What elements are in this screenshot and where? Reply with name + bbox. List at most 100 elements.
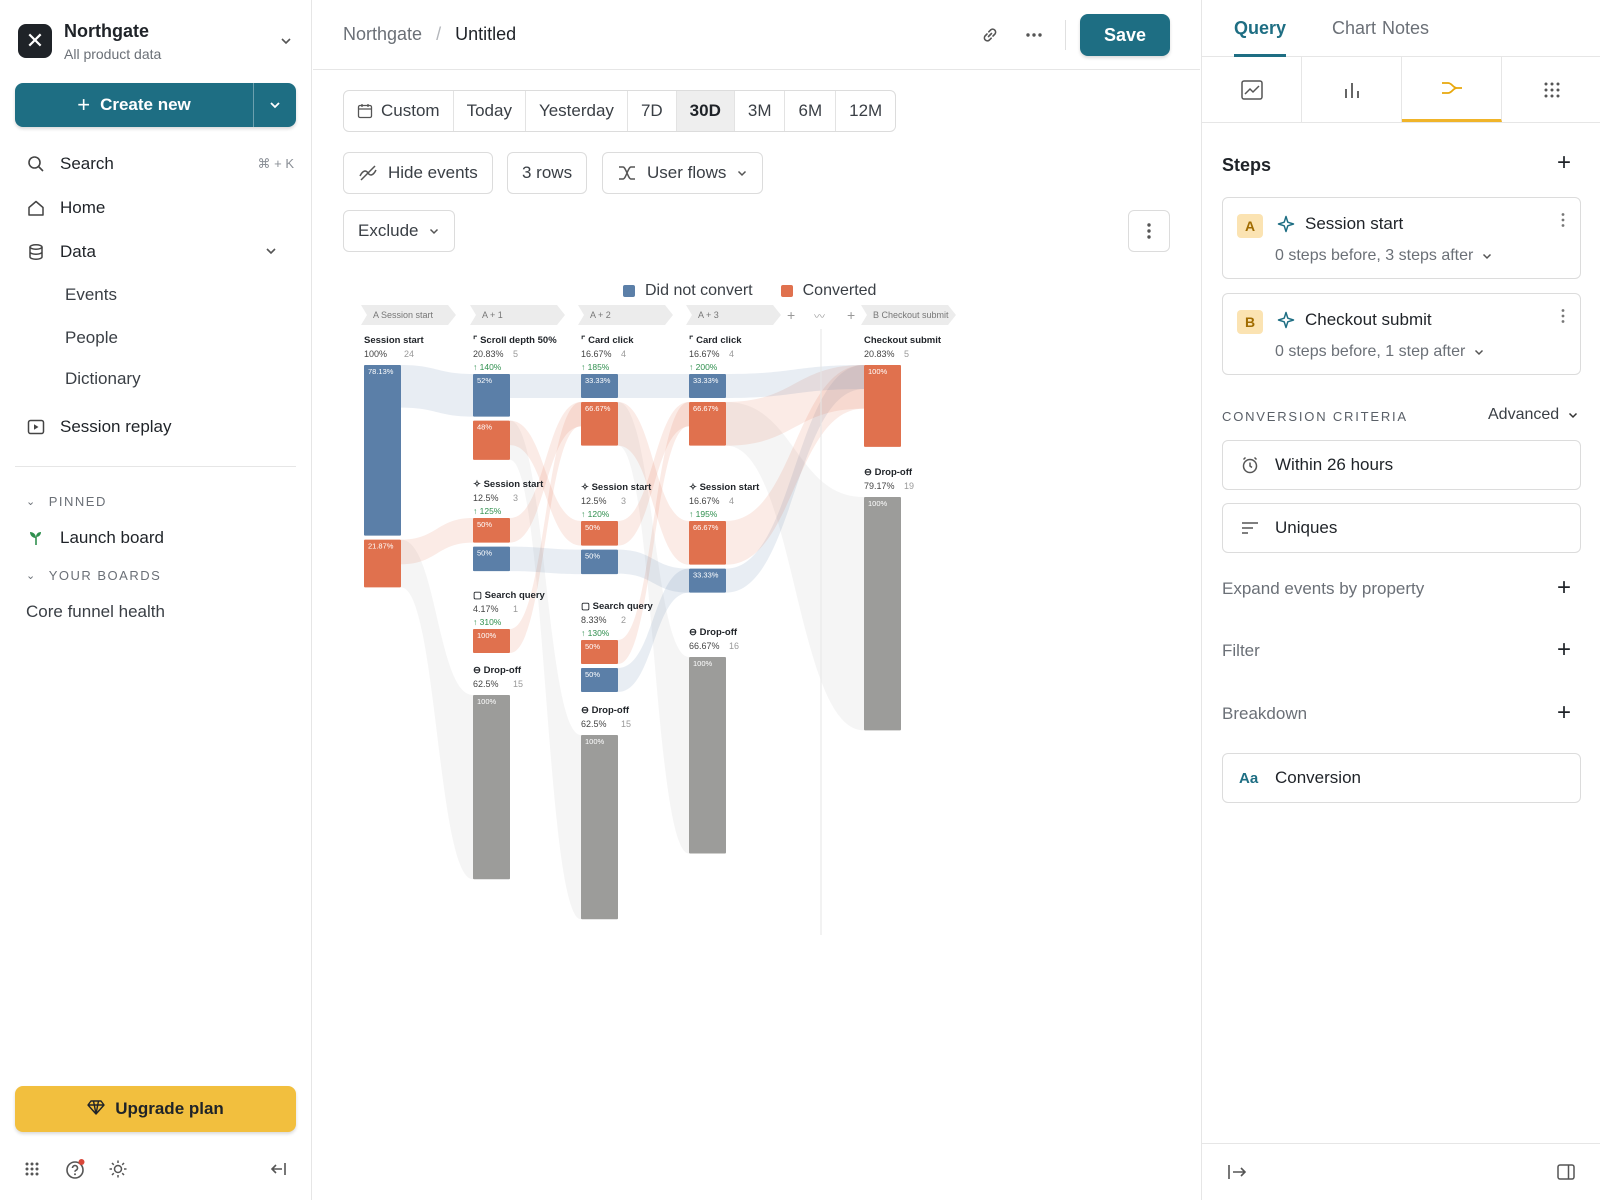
chevron-down-icon: ⌄	[26, 570, 37, 582]
date-option-custom[interactable]: Custom	[344, 91, 454, 131]
sidebar-toggle-icon[interactable]	[1556, 1162, 1576, 1187]
viz-line-button[interactable]	[1202, 57, 1302, 122]
add-column-icon: +	[847, 307, 855, 323]
chevron-down-icon	[270, 102, 280, 109]
node-count: 2	[621, 615, 626, 625]
kebab-icon[interactable]	[1560, 212, 1566, 228]
sidebar-item-search[interactable]: Search ⌘ + K	[26, 146, 294, 182]
node-change: ↑ 125%	[473, 506, 502, 516]
legend-item[interactable]: Converted	[780, 282, 876, 300]
sidebar-item-session-replay[interactable]: Session replay	[26, 409, 294, 445]
exclude-dropdown[interactable]: Exclude	[343, 210, 456, 252]
topbar: Northgate / Untitled Save	[313, 0, 1200, 70]
step-window-dropdown[interactable]: 0 steps before, 3 steps after	[1275, 247, 1493, 265]
hide-events-button[interactable]: Hide events	[343, 152, 493, 194]
conversion-field-label: Conversion	[1275, 768, 1361, 787]
sidebar-divider	[15, 466, 296, 467]
breadcrumb-root[interactable]: Northgate	[343, 24, 422, 45]
step-card-a[interactable]: A Session start 0 steps before, 3 steps …	[1222, 197, 1581, 279]
expand-events-label[interactable]: Expand events by property	[1222, 579, 1424, 599]
kebab-icon[interactable]	[1560, 308, 1566, 324]
calendar-icon	[357, 103, 373, 119]
node-segment-label: 100%	[477, 631, 497, 640]
node-count: 4	[729, 349, 734, 359]
user-flows-label: User flows	[647, 163, 727, 182]
date-option-3m[interactable]: 3M	[735, 91, 786, 131]
add-expand-property-button[interactable]: +	[1554, 574, 1574, 601]
node-segment-label: 100%	[693, 659, 713, 668]
hide-events-label: Hide events	[388, 163, 478, 182]
rows-button[interactable]: 3 rows	[507, 152, 588, 194]
add-filter-button[interactable]: +	[1554, 636, 1574, 663]
upgrade-plan-button[interactable]: Upgrade plan	[15, 1086, 296, 1132]
breadcrumb: Northgate / Untitled	[343, 24, 516, 45]
search-icon	[26, 154, 46, 174]
collapse-sidebar-icon[interactable]	[267, 1157, 291, 1181]
filter-label[interactable]: Filter	[1222, 641, 1260, 661]
step-window-label: 0 steps before, 1 step after	[1275, 343, 1466, 360]
sidebar-item-dictionary[interactable]: Dictionary	[65, 364, 141, 394]
node-label: ▢ Search query	[581, 601, 654, 612]
list-icon	[1239, 521, 1261, 535]
bar-chart-icon	[1344, 82, 1359, 98]
save-button[interactable]: Save	[1080, 14, 1170, 56]
sidebar-item-people[interactable]: People	[65, 323, 118, 353]
kebab-icon	[1147, 223, 1151, 239]
node-change: ↑ 200%	[689, 362, 718, 372]
criteria-mode-dropdown[interactable]: Advanced	[1488, 406, 1579, 424]
node-segment-label: 50%	[585, 670, 600, 679]
sidebar-item-home[interactable]: Home	[26, 190, 294, 226]
date-option-30d[interactable]: 30D	[676, 91, 735, 131]
create-new-button[interactable]: + Create new	[15, 83, 254, 127]
expand-panel-icon[interactable]	[1226, 1162, 1248, 1187]
create-new-label: Create new	[100, 95, 191, 114]
viz-flow-button[interactable]	[1402, 57, 1502, 122]
create-new-dropdown[interactable]	[254, 83, 296, 127]
flow-band	[401, 539, 473, 880]
user-flows-dropdown[interactable]: User flows	[602, 152, 764, 194]
viz-grid-button[interactable]	[1502, 57, 1600, 122]
legend-item[interactable]: Did not convert	[623, 282, 753, 300]
node-segment-label: 66.67%	[693, 404, 719, 413]
node-segment-label: 33.33%	[585, 376, 611, 385]
step-card-b[interactable]: B Checkout submit 0 steps before, 1 step…	[1222, 293, 1581, 375]
breakdown-label[interactable]: Breakdown	[1222, 704, 1307, 724]
date-option-6m[interactable]: 6M	[785, 91, 837, 131]
conversion-field[interactable]: Aa Conversion	[1222, 753, 1581, 803]
workspace-switcher[interactable]: ✕ Northgate All product data	[18, 18, 296, 64]
date-option-label: Custom	[381, 101, 440, 120]
step-window-label: 0 steps before, 3 steps after	[1275, 247, 1474, 264]
node-segment-label: 100%	[477, 697, 497, 706]
chart-options-button[interactable]	[1128, 210, 1170, 252]
date-option-yesterday[interactable]: Yesterday	[526, 91, 628, 131]
more-icon[interactable]	[1021, 22, 1047, 48]
boards-section-header[interactable]: ⌄ YOUR BOARDS	[26, 568, 161, 583]
theme-sun-icon[interactable]	[106, 1157, 130, 1181]
conversion-window-field[interactable]: Within 26 hours	[1222, 440, 1581, 490]
sidebar-item-core-funnel-health[interactable]: Core funnel health	[26, 597, 165, 627]
counting-method-field[interactable]: Uniques	[1222, 503, 1581, 553]
tab-notes[interactable]: Notes	[1382, 18, 1429, 57]
add-step-button[interactable]: +	[1554, 149, 1574, 176]
page-title[interactable]: Untitled	[455, 24, 516, 45]
viz-bar-button[interactable]	[1302, 57, 1402, 122]
sidebar-item-events[interactable]: Events	[65, 280, 117, 310]
sidebar-item-data[interactable]: Data	[26, 234, 294, 270]
step-window-dropdown[interactable]: 0 steps before, 1 step after	[1275, 343, 1485, 361]
tab-query[interactable]: Query	[1234, 18, 1287, 57]
step-badge: B	[1237, 310, 1263, 334]
date-option-today[interactable]: Today	[454, 91, 526, 131]
legend-label: Did not convert	[645, 282, 753, 299]
link-icon[interactable]	[977, 22, 1003, 48]
node-percent: 12.5%	[473, 493, 499, 503]
add-breakdown-button[interactable]: +	[1554, 699, 1574, 726]
help-icon[interactable]	[63, 1157, 87, 1181]
search-shortcut: ⌘ + K	[257, 156, 295, 171]
apps-grid-icon[interactable]	[20, 1157, 44, 1181]
sidebar-item-launch-board[interactable]: Launch board	[26, 520, 294, 556]
chevron-down-icon	[428, 225, 440, 237]
date-option-12m[interactable]: 12M	[836, 91, 895, 131]
tab-chart[interactable]: Chart	[1332, 18, 1376, 57]
date-option-7d[interactable]: 7D	[628, 91, 677, 131]
pinned-section-header[interactable]: ⌄ PINNED	[26, 494, 107, 509]
